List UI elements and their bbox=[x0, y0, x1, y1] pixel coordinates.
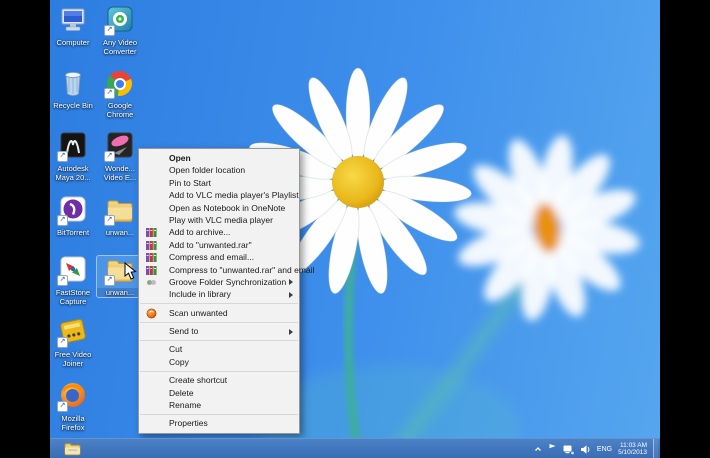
shortcut-arrow-icon bbox=[57, 215, 68, 226]
system-tray: ENG 11:03 AM 5/10/2013 bbox=[534, 439, 660, 458]
computer-icon bbox=[57, 6, 89, 36]
menu-item-pin-to-start[interactable]: Pin to Start bbox=[139, 177, 299, 189]
volume-icon[interactable] bbox=[580, 444, 591, 455]
desktop-icon-wondershare-video-editor[interactable]: Wonde... Video E... bbox=[97, 132, 143, 182]
shortcut-arrow-icon bbox=[104, 215, 115, 226]
taskbar-explorer-button[interactable] bbox=[60, 440, 84, 458]
shortcut-arrow-icon bbox=[104, 88, 115, 99]
antivirus-scan-icon bbox=[146, 308, 157, 319]
menu-item-rename[interactable]: Rename bbox=[139, 399, 299, 411]
desktop-icon-bittorrent[interactable]: BitTorrent bbox=[50, 196, 96, 237]
desktop-icon-computer[interactable]: Computer bbox=[50, 6, 96, 47]
winrar-icon bbox=[146, 252, 157, 263]
groove-icon bbox=[146, 277, 157, 288]
mouse-cursor bbox=[124, 262, 138, 280]
clock-date: 5/10/2013 bbox=[618, 449, 647, 457]
submenu-arrow-icon bbox=[289, 329, 293, 335]
menu-separator bbox=[140, 340, 298, 341]
menu-item-play-with-vlc[interactable]: Play with VLC media player bbox=[139, 214, 299, 226]
desktop-icon-unwanted-folder[interactable]: unwan... bbox=[97, 196, 143, 237]
file-explorer-icon bbox=[64, 442, 81, 456]
menu-item-add-to-unwanted-rar[interactable]: Add to "unwanted.rar" bbox=[139, 239, 299, 251]
menu-item-add-to-archive[interactable]: Add to archive... bbox=[139, 226, 299, 238]
menu-item-open-folder-location[interactable]: Open folder location bbox=[139, 164, 299, 176]
shortcut-arrow-icon bbox=[57, 337, 68, 348]
desktop-icon-free-video-joiner[interactable]: Free Video Joiner bbox=[50, 318, 96, 368]
menu-separator bbox=[140, 322, 298, 323]
menu-separator bbox=[140, 414, 298, 415]
desktop-icon-recycle-bin[interactable]: Recycle Bin bbox=[50, 69, 96, 110]
menu-item-groove-folder-synchronization[interactable]: Groove Folder Synchronization bbox=[139, 276, 299, 288]
menu-item-delete[interactable]: Delete bbox=[139, 387, 299, 399]
desktop-icon-any-video-converter[interactable]: Any Video Converter bbox=[97, 6, 143, 56]
shortcut-arrow-icon bbox=[57, 275, 68, 286]
winrar-icon bbox=[146, 265, 157, 276]
menu-item-add-to-vlc-playlist[interactable]: Add to VLC media player's Playlist bbox=[139, 189, 299, 201]
menu-separator bbox=[140, 303, 298, 304]
menu-item-create-shortcut[interactable]: Create shortcut bbox=[139, 374, 299, 386]
action-center-flag-icon[interactable] bbox=[548, 443, 557, 455]
menu-item-compress-and-email[interactable]: Compress and email... bbox=[139, 251, 299, 263]
context-menu: Open Open folder location Pin to Start A… bbox=[138, 148, 300, 434]
winrar-icon bbox=[146, 240, 157, 251]
clock[interactable]: 11:03 AM 5/10/2013 bbox=[618, 442, 647, 457]
screen: Computer Recycle Bin Autodesk Maya 20...… bbox=[0, 0, 710, 458]
desktop-icon-faststone-capture[interactable]: FastStone Capture bbox=[50, 256, 96, 306]
shortcut-arrow-icon bbox=[104, 275, 115, 286]
show-desktop-button[interactable] bbox=[653, 439, 658, 458]
tray-expand-icon[interactable] bbox=[534, 445, 542, 453]
network-icon[interactable] bbox=[563, 444, 574, 455]
menu-item-send-to[interactable]: Send to bbox=[139, 325, 299, 337]
desktop-icon-autodesk-maya[interactable]: Autodesk Maya 20... bbox=[50, 132, 96, 182]
shortcut-arrow-icon bbox=[104, 151, 115, 162]
menu-separator bbox=[140, 371, 298, 372]
menu-item-copy[interactable]: Copy bbox=[139, 356, 299, 368]
menu-item-scan-unwanted[interactable]: Scan unwanted bbox=[139, 307, 299, 319]
language-indicator[interactable]: ENG bbox=[597, 446, 612, 453]
menu-item-compress-to-unwanted-rar-and-email[interactable]: Compress to "unwanted.rar" and email bbox=[139, 264, 299, 276]
menu-item-open[interactable]: Open bbox=[139, 152, 299, 164]
desktop-icon-google-chrome[interactable]: Google Chrome bbox=[97, 69, 143, 119]
shortcut-arrow-icon bbox=[57, 151, 68, 162]
submenu-arrow-icon bbox=[289, 292, 293, 298]
taskbar: ENG 11:03 AM 5/10/2013 bbox=[50, 438, 660, 458]
winrar-icon bbox=[146, 227, 157, 238]
submenu-arrow-icon bbox=[289, 279, 293, 285]
recycle-bin-icon bbox=[57, 69, 89, 99]
shortcut-arrow-icon bbox=[57, 401, 68, 412]
menu-item-include-in-library[interactable]: Include in library bbox=[139, 288, 299, 300]
clock-time: 11:03 AM bbox=[618, 442, 647, 450]
shortcut-arrow-icon bbox=[104, 25, 115, 36]
menu-item-properties[interactable]: Properties bbox=[139, 417, 299, 429]
menu-item-open-as-notebook-onenote[interactable]: Open as Notebook in OneNote bbox=[139, 202, 299, 214]
desktop-icon-mozilla-firefox[interactable]: Mozilla Firefox bbox=[50, 382, 96, 432]
menu-item-cut[interactable]: Cut bbox=[139, 343, 299, 355]
